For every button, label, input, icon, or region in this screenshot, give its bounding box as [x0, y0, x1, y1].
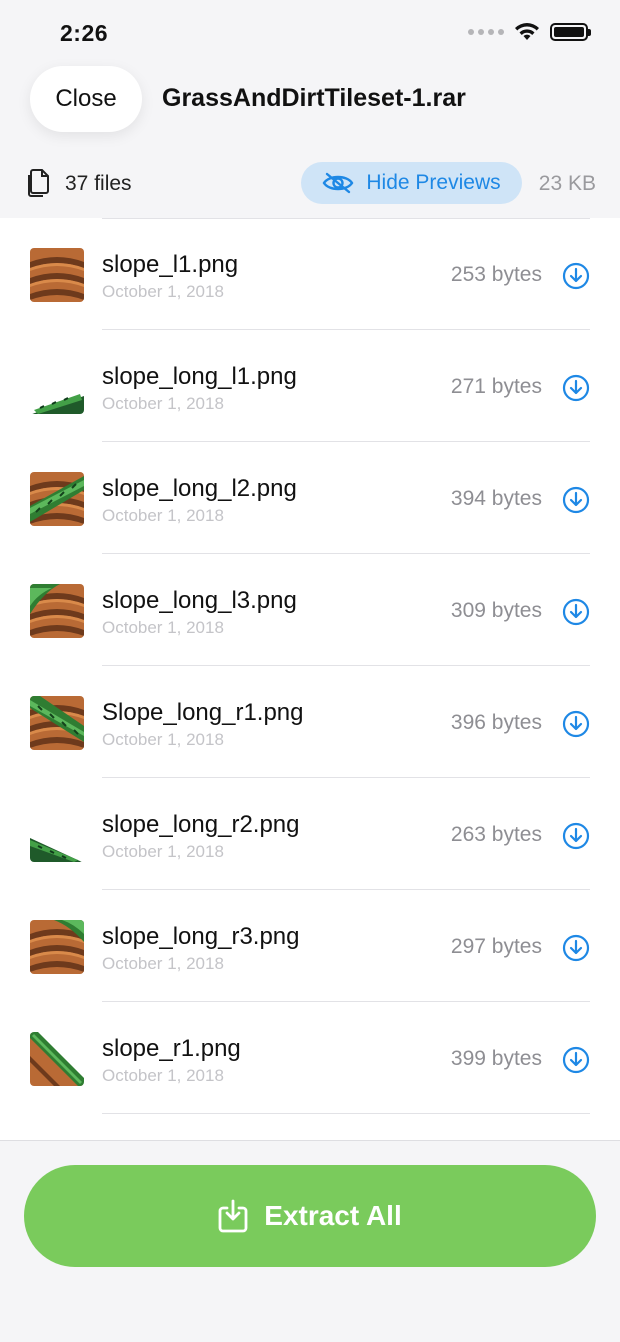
status-icons: [468, 22, 591, 42]
file-name: slope_long_l1.png: [102, 363, 297, 390]
file-date: October 1, 2018: [102, 954, 224, 973]
footer-divider: [0, 1140, 620, 1141]
download-icon[interactable]: [562, 486, 590, 514]
file-list[interactable]: slope_l1.png October 1, 2018 253 bytes slop…: [0, 218, 620, 1140]
download-icon[interactable]: [562, 374, 590, 402]
file-row[interactable]: slope_long_l3.png October 1, 2018 309 byte…: [0, 554, 620, 666]
file-row[interactable]: slope_long_l2.png October 1, 2018 394 byte…: [0, 442, 620, 554]
eye-slash-icon: [322, 172, 354, 194]
row-divider: [102, 1113, 590, 1114]
file-size: 271 bytes: [450, 375, 542, 398]
archive-meta-row: 37 files Hide Previews 23 KB: [0, 160, 620, 208]
file-size: 263 bytes: [450, 823, 542, 846]
files-icon: [28, 169, 49, 197]
file-preview-thumbnail: [32, 394, 84, 414]
download-icon[interactable]: [562, 822, 590, 850]
file-date: October 1, 2018: [102, 730, 224, 749]
extract-all-label: Extract All: [264, 1200, 402, 1231]
hide-previews-button[interactable]: Hide Previews: [301, 162, 522, 204]
file-row[interactable]: slope_l1.png October 1, 2018 253 bytes: [0, 218, 620, 330]
file-date: October 1, 2018: [102, 394, 224, 413]
file-preview-thumbnail: [30, 472, 84, 526]
file-preview-thumbnail: [30, 920, 84, 974]
file-name: Slope_long_r1.png: [102, 699, 304, 726]
file-date: October 1, 2018: [102, 842, 224, 861]
file-size: 309 bytes: [450, 599, 542, 622]
file-name: slope_long_l3.png: [102, 587, 297, 614]
total-size: 23 KB: [538, 172, 596, 195]
download-icon[interactable]: [562, 710, 590, 738]
download-icon[interactable]: [562, 598, 590, 626]
file-date: October 1, 2018: [102, 618, 224, 637]
wifi-icon: [515, 23, 539, 40]
file-date: October 1, 2018: [102, 506, 224, 525]
file-preview-thumbnail: [30, 696, 84, 750]
archive-title: GrassAndDirtTileset-1.rar: [162, 84, 466, 112]
extract-all-button[interactable]: Extract All: [24, 1165, 596, 1267]
file-name: slope_long_l2.png: [102, 475, 297, 502]
files-count: 37 files: [65, 172, 132, 195]
file-preview-thumbnail: [30, 584, 84, 638]
file-preview-thumbnail: [30, 838, 82, 862]
download-icon[interactable]: [562, 934, 590, 962]
status-time: 2:26: [60, 20, 109, 46]
download-icon[interactable]: [562, 262, 590, 290]
extract-icon: [218, 1199, 248, 1233]
signal-icon: [468, 29, 504, 35]
file-row[interactable]: Slope_long_r1.png October 1, 2018 396 byte…: [0, 666, 620, 778]
file-size: 399 bytes: [450, 1047, 542, 1070]
hide-previews-label: Hide Previews: [366, 171, 501, 194]
download-icon[interactable]: [562, 1046, 590, 1074]
file-size: 253 bytes: [450, 263, 542, 286]
file-name: slope_l1.png: [102, 251, 239, 278]
battery-icon: [550, 23, 591, 41]
file-size: 394 bytes: [450, 487, 542, 510]
file-date: October 1, 2018: [102, 1066, 224, 1085]
file-row[interactable]: slope_long_l1.png October 1, 2018 271 byte…: [0, 330, 620, 442]
file-size: 396 bytes: [450, 711, 542, 734]
close-button[interactable]: Close: [30, 66, 142, 132]
file-preview-thumbnail: [30, 248, 84, 302]
file-row[interactable]: slope_r1.png October 1, 2018 399 bytes: [0, 1002, 620, 1114]
file-size: 297 bytes: [450, 935, 542, 958]
file-name: slope_long_r3.png: [102, 923, 300, 950]
file-name: slope_r1.png: [102, 1035, 241, 1062]
file-row[interactable]: slope_long_r3.png October 1, 2018 297 byte…: [0, 890, 620, 1002]
file-row[interactable]: slope_long_r2.png October 1, 2018 263 byte…: [0, 778, 620, 890]
file-preview-thumbnail: [30, 1032, 84, 1086]
status-bar: 2:26: [0, 0, 620, 64]
file-date: October 1, 2018: [102, 282, 224, 301]
file-name: slope_long_r2.png: [102, 811, 300, 838]
